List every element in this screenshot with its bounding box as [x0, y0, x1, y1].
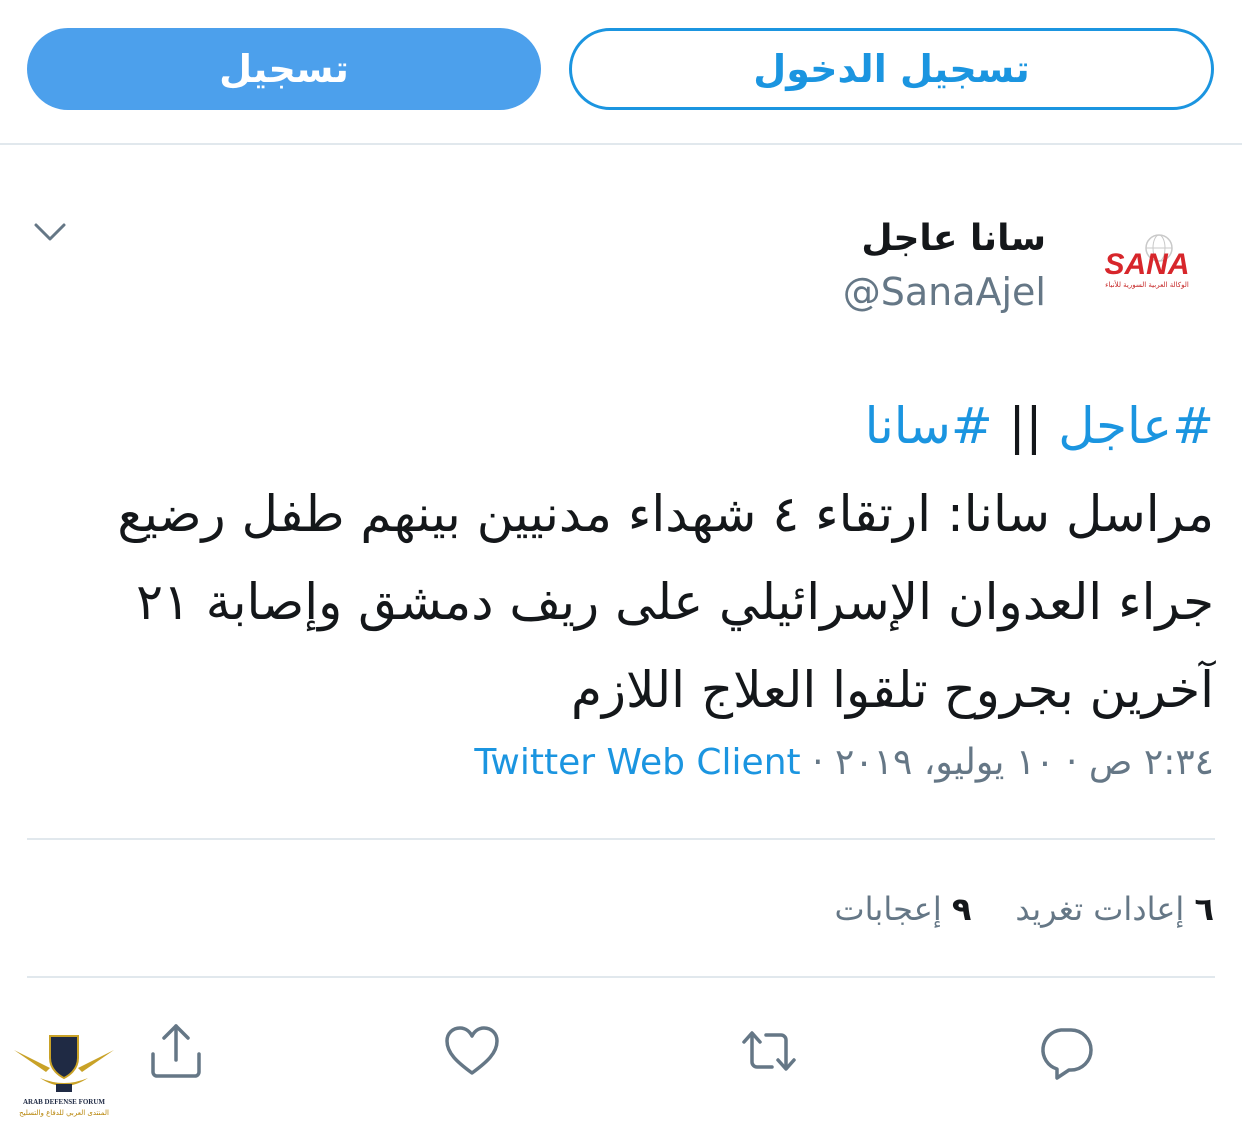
tweet-body: مراسل سانا: ارتقاء ٤ شهداء مدنيين بينهم …	[117, 485, 1214, 719]
watermark-line1: ARAB DEFENSE FORUM	[23, 1098, 105, 1106]
chevron-down-icon[interactable]	[33, 220, 67, 244]
sana-logo-text: SANA	[1104, 248, 1189, 281]
divider	[27, 838, 1215, 840]
likes-stat[interactable]: ٩ إعجابات	[835, 890, 972, 928]
hashtag-breaking[interactable]: #عاجل	[1058, 397, 1214, 455]
retweet-icon[interactable]	[738, 1020, 800, 1082]
tweet-stats: ٦ إعادات تغريد ٩ إعجابات	[835, 890, 1214, 928]
auth-bar: تسجيل تسجيل الدخول	[0, 0, 1242, 145]
retweets-count: ٦	[1194, 890, 1214, 928]
share-icon[interactable]	[145, 1020, 207, 1082]
likes-count: ٩	[951, 890, 972, 928]
watermark-logo: ARAB DEFENSE FORUM المنتدى العربي للدفاع…	[10, 1028, 118, 1118]
retweets-stat[interactable]: ٦ إعادات تغريد	[1015, 890, 1214, 928]
hashtag-line: #عاجل || #سانا	[40, 382, 1214, 470]
avatar[interactable]: SANA الوكالة العربية السورية للأنباء	[1084, 232, 1210, 292]
likes-label: إعجابات	[834, 890, 942, 928]
signup-button[interactable]: تسجيل	[27, 28, 541, 110]
hashtag-separator: ||	[992, 397, 1059, 455]
sana-logo-subtext: الوكالة العربية السورية للأنباء	[1105, 280, 1189, 289]
user-handle[interactable]: @SanaAjel	[843, 270, 1046, 314]
tweet-meta: ٢:٣٤ ص · ١٠ يوليو، ٢٠١٩ · Twitter Web Cl…	[474, 742, 1214, 783]
tweet-text: #عاجل || #سانا مراسل سانا: ارتقاء ٤ شهدا…	[40, 382, 1214, 734]
watermark-line2: المنتدى العربي للدفاع والتسليح	[19, 1109, 109, 1117]
like-icon[interactable]	[441, 1020, 503, 1082]
display-name[interactable]: سانا عاجل	[861, 218, 1046, 259]
tweet-client[interactable]: Twitter Web Client	[474, 742, 800, 783]
divider	[27, 976, 1215, 978]
reply-icon[interactable]	[1035, 1020, 1097, 1082]
tweet-page: تسجيل تسجيل الدخول SANA الوكالة العربية …	[0, 0, 1242, 1121]
hashtag-sana[interactable]: #سانا	[865, 397, 993, 455]
tweet-timestamp[interactable]: ٢:٣٤ ص · ١٠ يوليو، ٢٠١٩ ·	[801, 742, 1214, 783]
retweets-label: إعادات تغريد	[1015, 890, 1185, 928]
login-button[interactable]: تسجيل الدخول	[569, 28, 1214, 110]
